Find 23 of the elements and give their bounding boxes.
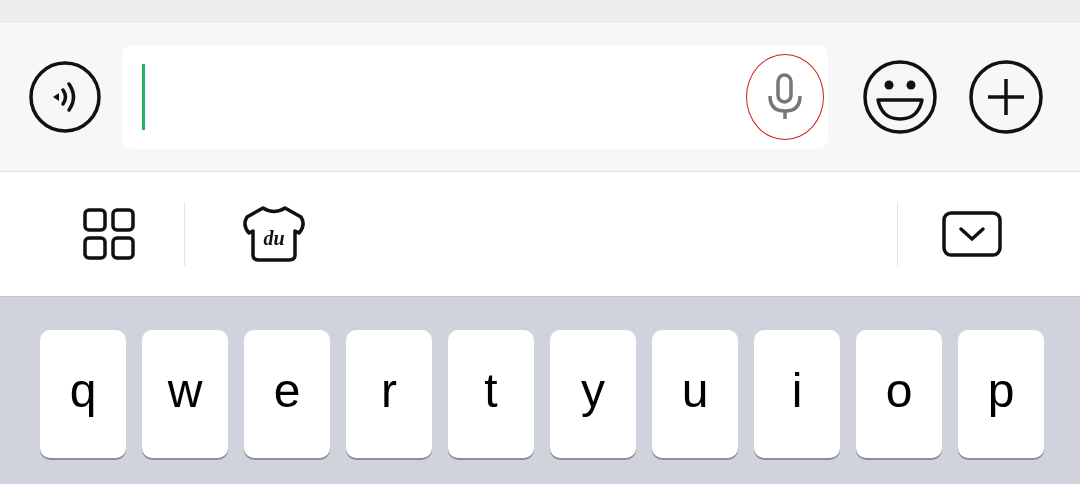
microphone-icon (765, 71, 805, 122)
hide-keyboard-button[interactable] (942, 210, 1002, 258)
keyboard-key[interactable]: u (652, 330, 738, 458)
message-input-field[interactable] (122, 44, 828, 149)
keyboard-key[interactable]: w (142, 330, 228, 458)
collapse-icon (942, 211, 1002, 257)
emoji-button[interactable] (862, 58, 938, 135)
keyboard-key[interactable]: i (754, 330, 840, 458)
keyboard-key[interactable]: p (958, 330, 1044, 458)
smiley-icon (862, 58, 938, 135)
keyboard-key[interactable]: e (244, 330, 330, 458)
add-button[interactable] (968, 58, 1044, 135)
keyboard-key[interactable]: o (856, 330, 942, 458)
voice-button[interactable] (28, 59, 102, 134)
grid-icon (83, 208, 135, 260)
plus-icon (968, 58, 1044, 135)
keyboard-key[interactable]: y (550, 330, 636, 458)
keyboard-key[interactable]: r (346, 330, 432, 458)
apps-button[interactable] (82, 207, 136, 261)
sound-wave-icon (28, 59, 102, 134)
keyboard-key[interactable]: t (448, 330, 534, 458)
keyboard-key[interactable]: q (40, 330, 126, 458)
skin-button[interactable]: du (241, 204, 307, 264)
